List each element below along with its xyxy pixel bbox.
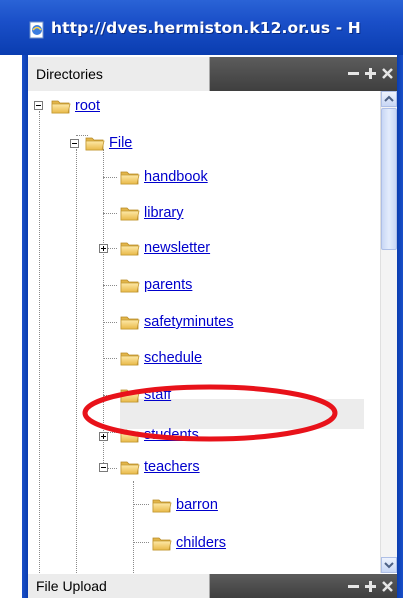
tree-guide (133, 481, 134, 573)
tree-guide (103, 177, 117, 178)
folder-icon (120, 277, 140, 293)
tree-guide (103, 213, 117, 214)
collapse-toggle-root[interactable] (34, 101, 43, 110)
folder-icon (152, 497, 172, 513)
tree-node-barron[interactable]: barron (152, 493, 218, 517)
collapse-toggle-file[interactable] (70, 139, 79, 148)
tree-node-label[interactable]: schedule (144, 350, 202, 366)
folder-icon (51, 98, 71, 114)
tree-node-childers[interactable]: childers (152, 531, 226, 555)
move-cross-icon[interactable] (364, 580, 377, 593)
tree-node-root[interactable]: root (51, 94, 100, 118)
tree-node-file[interactable]: File (85, 131, 132, 155)
folder-icon (120, 387, 140, 403)
tree-guide (133, 504, 149, 505)
move-cross-icon[interactable] (364, 67, 377, 80)
tree-guide (103, 395, 117, 396)
tree-node-label[interactable]: barron (176, 497, 218, 513)
tree-guide (103, 285, 117, 286)
tree-guide (103, 358, 117, 359)
tree-node-schedule[interactable]: schedule (120, 346, 202, 370)
tree-guide (103, 149, 104, 469)
tree-node-label[interactable]: teachers (144, 459, 200, 475)
file-upload-panel-header: File Upload (28, 574, 397, 598)
tree-node-newsletter[interactable]: newsletter (120, 236, 210, 260)
folder-icon (120, 427, 140, 443)
ie-page-icon (29, 21, 44, 39)
tree-node-label[interactable]: students (144, 427, 199, 443)
tree-node-staff[interactable]: staff (120, 383, 171, 407)
directories-tab[interactable]: Directories (28, 57, 210, 91)
tree-node-students[interactable]: students (120, 423, 199, 447)
folder-icon (152, 535, 172, 551)
folder-icon (85, 135, 105, 151)
tree-node-label[interactable]: handbook (144, 169, 208, 185)
tree-guide (39, 111, 40, 573)
scroll-up-button[interactable] (381, 91, 397, 107)
file-upload-tab-label: File Upload (36, 578, 107, 594)
tree-node-label[interactable]: childers (176, 535, 226, 551)
tree-node-label[interactable]: File (109, 135, 132, 151)
tree-node-parents[interactable]: parents (120, 273, 192, 297)
tree-node-label[interactable]: safetyminutes (144, 314, 233, 330)
close-x-icon[interactable] (381, 67, 394, 80)
tree-node-label[interactable]: staff (144, 387, 171, 403)
tree-guide (103, 322, 117, 323)
tree-node-handbook[interactable]: handbook (120, 165, 208, 189)
minus-icon[interactable] (347, 580, 360, 593)
tree-node-label[interactable]: root (75, 98, 100, 114)
minus-icon[interactable] (347, 67, 360, 80)
scroll-down-button[interactable] (381, 557, 397, 573)
chevron-down-icon (384, 562, 394, 569)
tree-node-label[interactable]: library (144, 205, 183, 221)
file-upload-tab[interactable]: File Upload (28, 574, 210, 598)
folder-icon (120, 459, 140, 475)
folder-icon (120, 314, 140, 330)
expand-toggle-students[interactable] (99, 432, 108, 441)
folder-icon (120, 169, 140, 185)
close-x-icon[interactable] (381, 580, 394, 593)
scroll-thumb[interactable] (381, 108, 397, 250)
folder-icon (120, 205, 140, 221)
collapse-toggle-teachers[interactable] (99, 463, 108, 472)
window-title: http://dves.hermiston.k12.or.us - H (51, 19, 361, 37)
tree-node-teachers[interactable]: teachers (120, 455, 200, 479)
tree-node-label[interactable]: parents (144, 277, 192, 293)
panel-controls (210, 574, 397, 598)
window-frame-right (397, 55, 403, 598)
tree-node-safetyminutes[interactable]: safetyminutes (120, 310, 233, 334)
folder-icon (120, 240, 140, 256)
tree-guide (76, 149, 77, 573)
folder-icon (120, 350, 140, 366)
directories-tab-label: Directories (36, 66, 103, 82)
tree-guide (133, 542, 149, 543)
vertical-scrollbar[interactable] (380, 91, 397, 573)
panel-controls (210, 57, 397, 91)
directories-panel-header: Directories (28, 57, 397, 91)
chevron-up-icon (384, 95, 394, 102)
tree-node-library[interactable]: library (120, 201, 183, 225)
window-title-bar: http://dves.hermiston.k12.or.us - H (0, 0, 403, 55)
tree-node-label[interactable]: newsletter (144, 240, 210, 256)
expand-toggle-newsletter[interactable] (99, 244, 108, 253)
